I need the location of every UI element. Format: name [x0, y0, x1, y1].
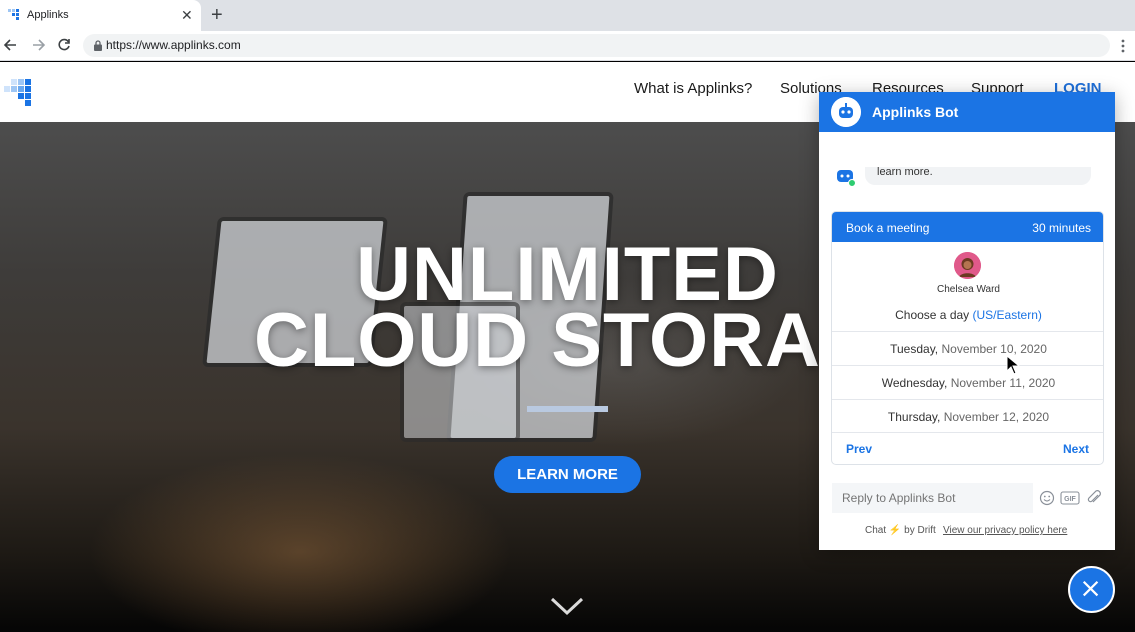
meeting-card-header: Book a meeting 30 minutes	[832, 212, 1103, 242]
chat-widget: Applinks Bot learn more. Book a meeting …	[819, 92, 1115, 550]
chat-header: Applinks Bot	[819, 92, 1115, 132]
day-weekday: Tuesday,	[890, 342, 939, 356]
prev-days-button[interactable]: Prev	[846, 442, 872, 456]
applinks-logo-icon[interactable]	[4, 74, 36, 106]
drift-brand-suffix: by Drift	[904, 525, 936, 536]
day-date: November 11, 2020	[950, 376, 1056, 390]
browser-menu-icon[interactable]	[1118, 38, 1128, 54]
bot-avatar-icon	[837, 170, 856, 187]
tab-title: Applinks	[27, 9, 69, 21]
bot-avatar-icon	[831, 97, 861, 127]
back-arrow-icon[interactable]	[2, 36, 20, 54]
day-weekday: Thursday,	[887, 410, 941, 424]
new-tab-icon[interactable]: +	[211, 4, 223, 26]
day-option[interactable]: Tuesday, November 10, 2020	[832, 331, 1103, 365]
chat-title: Applinks Bot	[872, 104, 959, 120]
lightning-icon: ⚡	[888, 525, 902, 536]
url-text: https://www.applinks.com	[106, 38, 241, 52]
host-name: Chelsea Ward	[937, 284, 1000, 295]
meeting-card: Book a meeting 30 minutes Chelsea Ward C…	[831, 211, 1104, 465]
lock-icon	[94, 40, 102, 51]
learn-more-button[interactable]: LEARN MORE	[494, 456, 641, 493]
meeting-title: Book a meeting	[846, 221, 930, 235]
choose-day-text: Choose a day	[895, 308, 970, 322]
next-days-button[interactable]: Next	[1063, 442, 1089, 456]
drift-branding[interactable]: Chat ⚡ by Drift	[865, 525, 936, 536]
reload-icon[interactable]	[55, 36, 73, 54]
timezone-link[interactable]: (US/Eastern)	[973, 308, 1042, 322]
close-chat-icon[interactable]	[1068, 566, 1115, 613]
tab-close-icon[interactable]: ✕	[181, 7, 193, 23]
meeting-duration: 30 minutes	[1032, 221, 1091, 235]
gif-label: GIF	[1064, 496, 1076, 503]
host-avatar	[954, 252, 981, 279]
browser-tab-bar: Applinks ✕ +	[0, 0, 1135, 31]
day-option[interactable]: Wednesday, November 11, 2020	[832, 365, 1103, 399]
mouse-cursor-icon	[1006, 355, 1020, 375]
address-bar[interactable]: https://www.applinks.com	[83, 34, 1110, 57]
nav-what-is-applinks[interactable]: What is Applinks?	[634, 80, 752, 97]
day-option[interactable]: Thursday, November 12, 2020	[832, 399, 1103, 433]
applinks-favicon-icon	[8, 9, 19, 20]
browser-toolbar: https://www.applinks.com	[0, 31, 1135, 61]
gif-icon[interactable]: GIF	[1060, 490, 1080, 506]
day-weekday: Wednesday,	[881, 376, 948, 390]
day-date: November 12, 2020	[943, 410, 1050, 424]
previous-bot-message: learn more.	[865, 167, 1091, 185]
day-date: November 10, 2020	[941, 342, 1047, 356]
drift-brand-prefix: Chat	[865, 525, 887, 536]
hero-divider	[527, 406, 608, 412]
choose-day-label: Choose a day (US/Eastern)	[832, 308, 1103, 322]
attachment-icon[interactable]	[1086, 490, 1102, 506]
privacy-policy-link[interactable]: View our privacy policy here	[943, 525, 1067, 536]
reply-input[interactable]	[832, 483, 1033, 513]
forward-arrow-icon[interactable]	[29, 36, 47, 54]
chevron-down-icon[interactable]	[549, 595, 585, 617]
emoji-icon[interactable]	[1039, 490, 1055, 506]
browser-tab[interactable]: Applinks ✕	[0, 0, 201, 31]
